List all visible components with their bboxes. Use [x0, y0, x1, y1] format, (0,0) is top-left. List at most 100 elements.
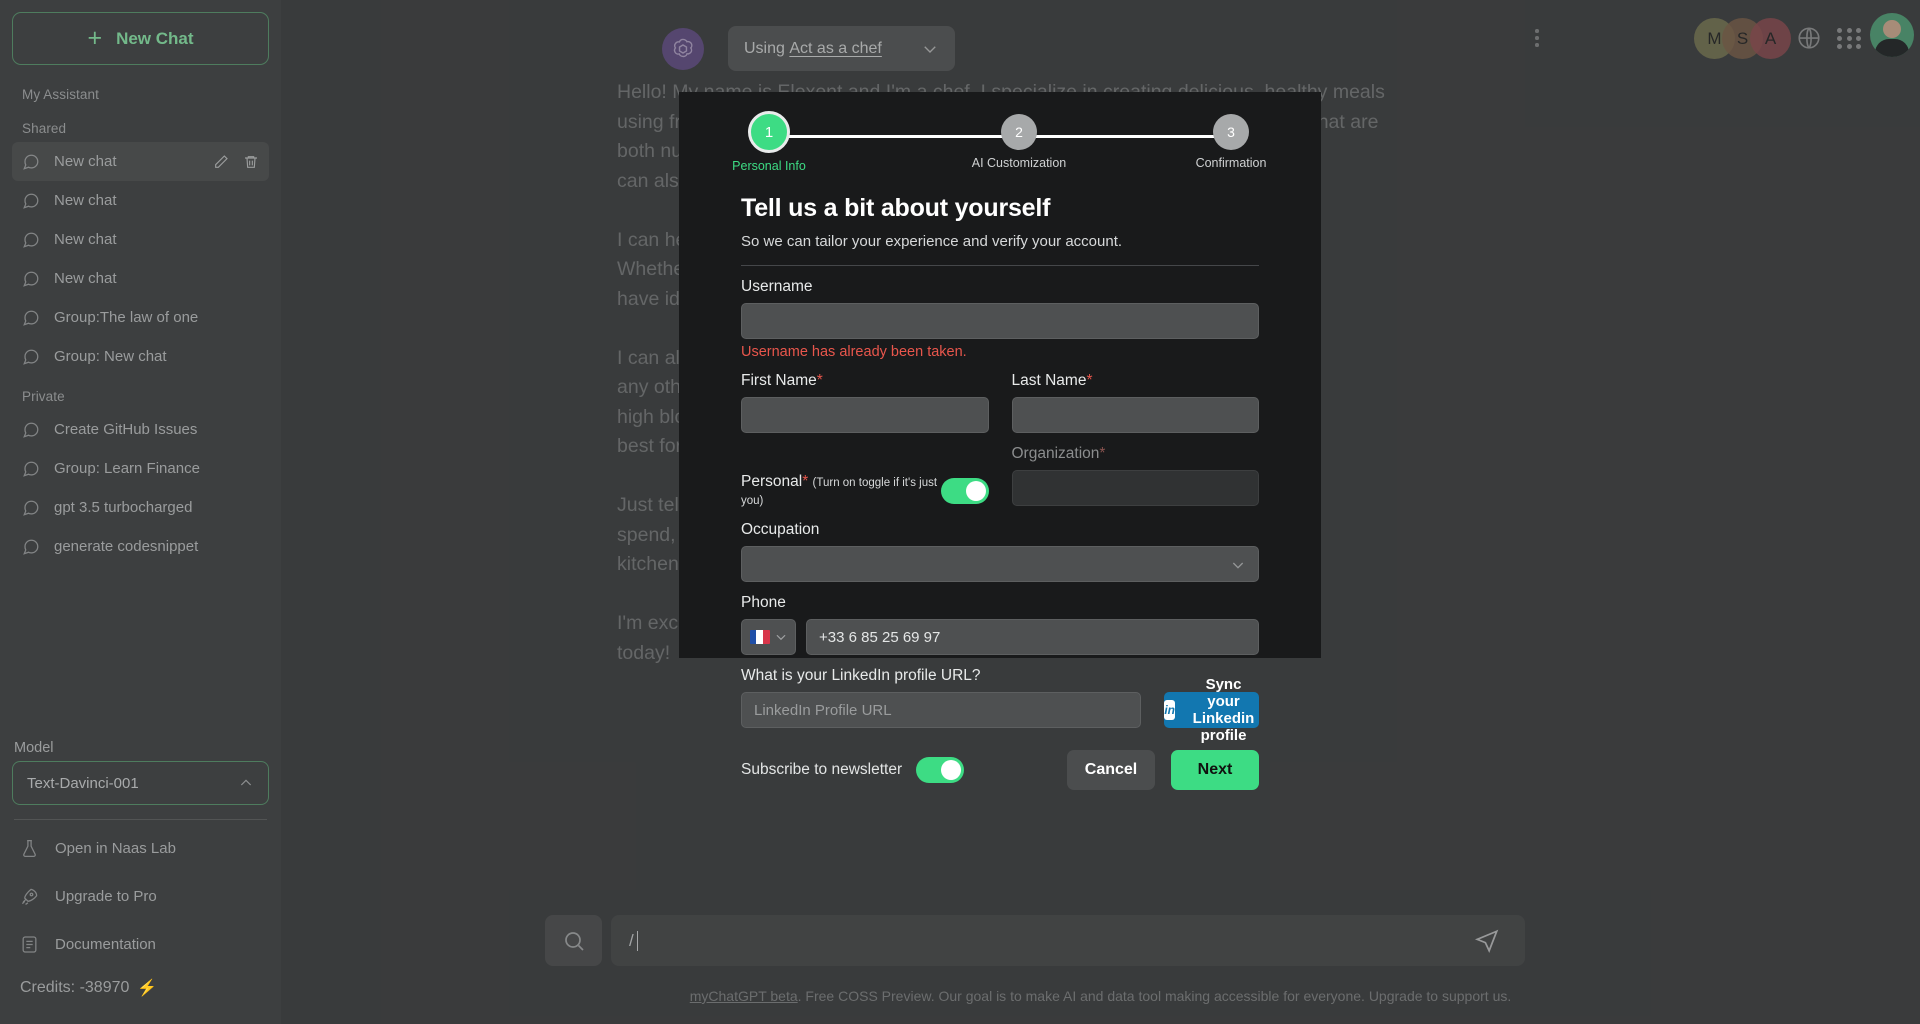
required-marker: *: [1086, 372, 1093, 389]
required-marker: *: [816, 372, 823, 389]
step-label: AI Customization: [971, 156, 1067, 170]
occupation-select-wrap: [741, 546, 1259, 582]
flask-icon: [23, 839, 36, 857]
linkedin-input[interactable]: [741, 692, 1142, 728]
step-number: 2: [1001, 114, 1037, 150]
chevron-up-icon: [240, 779, 252, 786]
plus-icon: +: [87, 24, 103, 52]
personal-toggle[interactable]: [940, 478, 989, 504]
edit-icon[interactable]: [213, 154, 229, 170]
required-marker: *: [1099, 445, 1106, 462]
first-name-label-text: First Name: [741, 372, 817, 389]
username-field-group: Username Username has already been taken…: [741, 278, 1259, 360]
chat-item-label: New chat: [54, 270, 117, 287]
last-name-label: Last Name*: [1012, 372, 1260, 390]
modal-title: Tell us a bit about yourself: [741, 194, 1051, 222]
section-label-shared: Shared: [22, 121, 67, 136]
chat-item-shared-2[interactable]: New chat: [12, 220, 269, 259]
sidebar-link-upgrade-pro[interactable]: Upgrade to Pro: [12, 872, 269, 920]
organization-field-group: Organization*: [1011, 445, 1260, 509]
chat-item-label: gpt 3.5 turbocharged: [54, 499, 193, 516]
step-number: 3: [1213, 114, 1249, 150]
username-label: Username: [741, 278, 813, 295]
chat-item-shared-0[interactable]: New chat: [12, 142, 269, 181]
chat-item-shared-3[interactable]: New chat: [12, 259, 269, 298]
new-chat-button[interactable]: + New Chat: [12, 12, 269, 65]
linkedin-icon: in: [1164, 700, 1175, 720]
private-chat-list: Create GitHub Issues Group: Learn Financ…: [12, 410, 269, 566]
chat-item-private-2[interactable]: gpt 3.5 turbocharged: [12, 488, 269, 527]
linkedin-label: What is your LinkedIn profile URL?: [741, 667, 981, 684]
sidebar-link-label: Documentation: [55, 935, 156, 953]
chat-item-label: Create GitHub Issues: [54, 421, 198, 438]
delete-icon[interactable]: [243, 154, 259, 170]
chat-bubble-icon: [23, 310, 39, 326]
section-label-private: Private: [22, 389, 65, 404]
modal-footer: Subscribe to newsletter Cancel Next: [741, 750, 1259, 790]
sidebar-link-documentation[interactable]: Documentation: [12, 920, 269, 968]
username-input[interactable]: [741, 303, 1259, 339]
country-code-select[interactable]: [741, 619, 796, 655]
sync-linkedin-label: Sync your Linkedin profile: [1192, 676, 1255, 744]
sidebar-link-naas-lab[interactable]: Open in Naas Lab: [12, 824, 269, 872]
first-name-field-group: First Name*: [741, 372, 989, 433]
last-name-input[interactable]: [1011, 397, 1259, 433]
step-ai-customization[interactable]: 2 AI Customization: [959, 114, 1079, 170]
model-label: Model: [14, 740, 54, 756]
model-select[interactable]: Text-Davinci-001: [12, 761, 269, 805]
chat-item-label: New chat: [54, 153, 117, 170]
username-error: Username has already been taken.: [741, 344, 967, 360]
personal-toggle-group: Personal* (Turn on toggle if it's just y…: [741, 445, 989, 509]
chat-bubble-icon: [23, 154, 39, 170]
last-name-field-group: Last Name*: [1011, 372, 1260, 433]
organization-label: Organization*: [1012, 445, 1260, 463]
chat-item-label: generate codesnippet: [54, 538, 199, 555]
organization-label-text: Organization: [1011, 445, 1100, 462]
sidebar: + New Chat My Assistant Shared New chat …: [0, 0, 281, 1024]
linkedin-row: in Sync your Linkedin profile: [741, 676, 1259, 744]
first-name-label: First Name*: [741, 372, 989, 390]
first-name-input[interactable]: [741, 397, 989, 433]
organization-input[interactable]: [1011, 470, 1259, 506]
chat-item-private-3[interactable]: generate codesnippet: [12, 527, 269, 566]
toggle-knob: [965, 481, 986, 501]
step-personal-info[interactable]: 1 Personal Info: [709, 111, 829, 173]
document-icon: [22, 935, 37, 953]
phone-row: [741, 619, 1259, 655]
shared-chat-list: New chat New chat New chat New chat Grou…: [12, 142, 269, 376]
sidebar-link-label: Open in Naas Lab: [55, 839, 176, 857]
onboarding-modal: 1 Personal Info 2 AI Customization 3 Con…: [679, 92, 1321, 790]
last-name-label-text: Last Name: [1011, 372, 1087, 389]
credits-display: Credits: -38970 ⚡: [12, 968, 269, 1020]
credits-label: Credits: -38970: [20, 979, 130, 996]
chat-item-shared-5[interactable]: Group: New chat: [12, 337, 269, 376]
phone-input[interactable]: [806, 619, 1259, 655]
step-confirmation[interactable]: 3 Confirmation: [1171, 114, 1291, 170]
personal-org-row: Personal* (Turn on toggle if it's just y…: [741, 445, 1259, 509]
phone-field-group: Phone: [741, 594, 1259, 655]
sync-linkedin-button[interactable]: in Sync your Linkedin profile: [1164, 676, 1259, 744]
next-button[interactable]: Next: [1171, 750, 1259, 790]
modal-subtitle: So we can tailor your experience and ver…: [741, 233, 1123, 250]
chat-bubble-icon: [23, 232, 39, 248]
newsletter-toggle[interactable]: [916, 757, 965, 783]
occupation-select[interactable]: [741, 546, 1259, 582]
rocket-icon: [21, 888, 38, 905]
sidebar-divider: [14, 819, 267, 820]
sidebar-link-label: Upgrade to Pro: [55, 887, 157, 905]
chat-item-private-0[interactable]: Create GitHub Issues: [12, 410, 269, 449]
chat-item-label: Group:The law of one: [54, 309, 199, 326]
cancel-button[interactable]: Cancel: [1067, 750, 1155, 790]
step-label: Confirmation: [1195, 156, 1267, 170]
chat-item-label: Group: Learn Finance: [54, 460, 200, 477]
step-label: Personal Info: [732, 159, 806, 173]
newsletter-label: Subscribe to newsletter: [741, 761, 903, 778]
chat-item-shared-4[interactable]: Group:The law of one: [12, 298, 269, 337]
chat-item-label: New chat: [54, 231, 117, 248]
chat-item-shared-1[interactable]: New chat: [12, 181, 269, 220]
chat-bubble-icon: [23, 349, 39, 365]
step-number: 1: [748, 111, 790, 153]
newsletter-row: Subscribe to newsletter: [741, 757, 965, 783]
new-chat-label: New Chat: [116, 28, 194, 48]
chat-item-private-1[interactable]: Group: Learn Finance: [12, 449, 269, 488]
